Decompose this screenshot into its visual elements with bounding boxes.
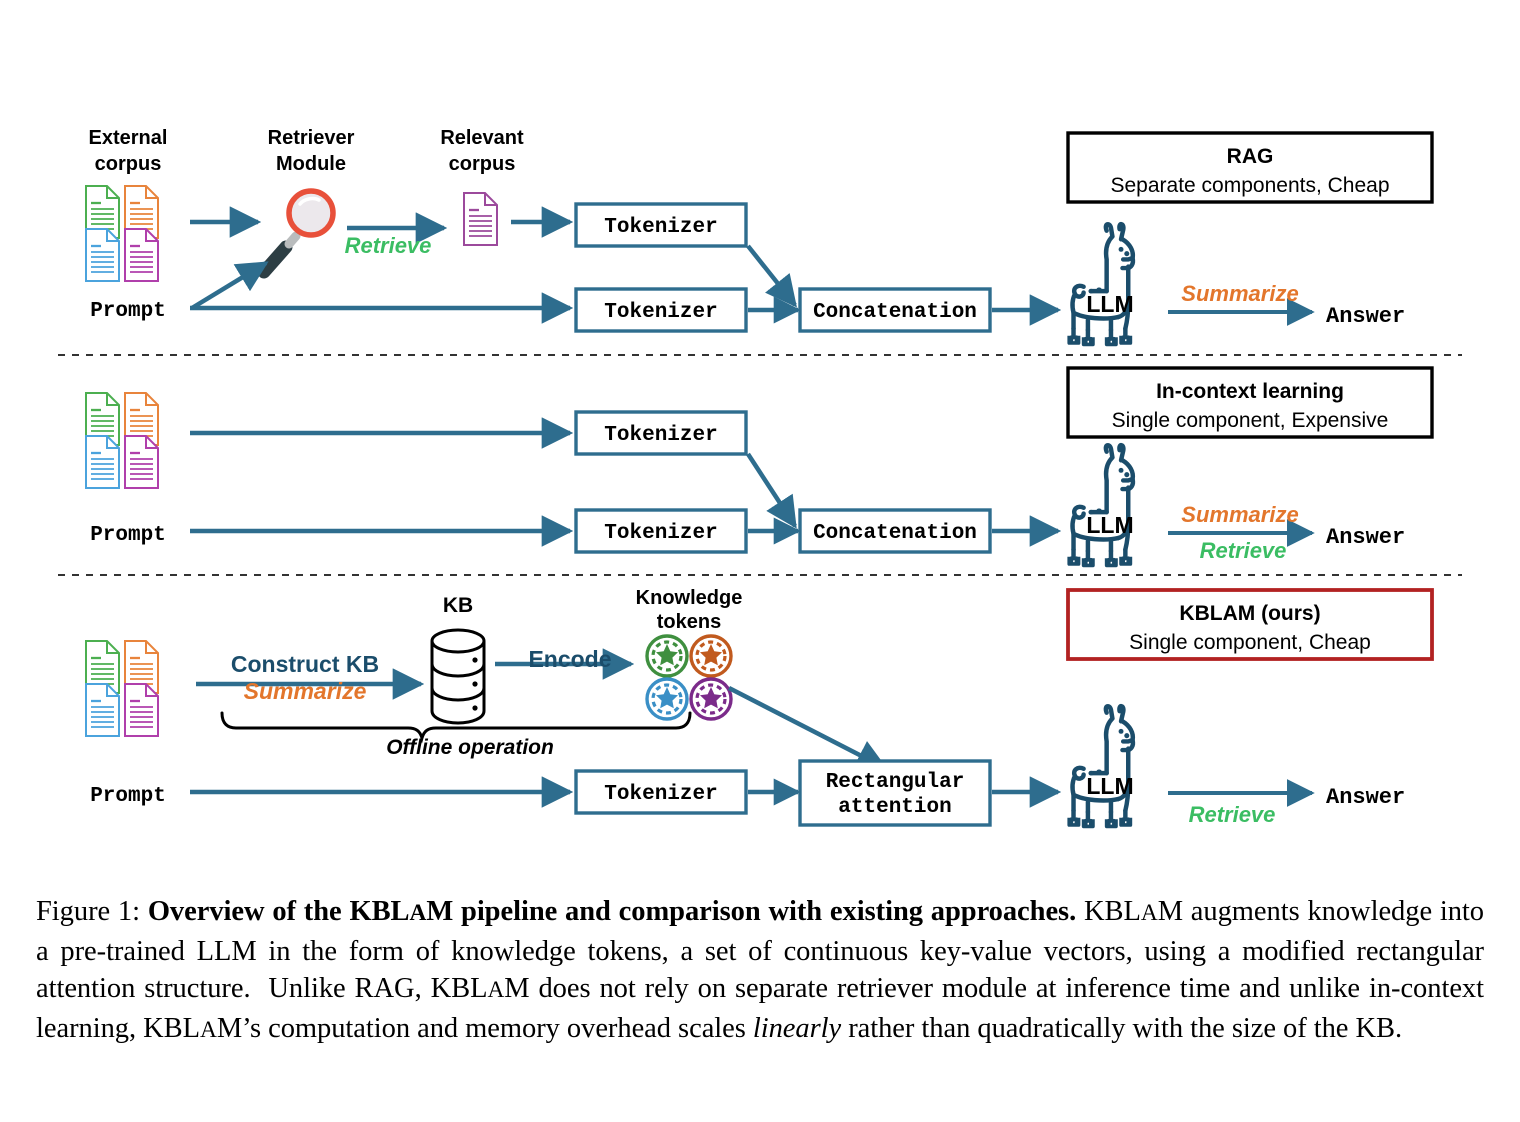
icl-info-subtitle: Single component, Expensive (1112, 409, 1389, 432)
retriever-module-label: Retriever (268, 127, 355, 149)
llm-llama-icon-icl (1069, 445, 1133, 565)
figure-caption: Figure 1: Overview of the KBLAM pipeline… (36, 896, 1484, 1044)
retrieve-label: Retrieve (345, 233, 432, 258)
rag-info-title: RAG (1227, 145, 1274, 168)
svg-text:Concatenation: Concatenation (813, 301, 977, 324)
svg-text:tokens: tokens (657, 611, 721, 633)
summarize-label-rag: Summarize (1181, 281, 1298, 306)
svg-text:Module: Module (276, 153, 346, 175)
kblam-info-subtitle: Single component, Cheap (1129, 631, 1371, 654)
svg-text:Tokenizer: Tokenizer (604, 216, 717, 239)
caption-bold-title: Overview of the KBLAM pipeline and compa… (147, 896, 1077, 927)
arrow-tokenizer-to-concat-diag-rag (746, 244, 797, 308)
prompt-label-icl: Prompt (90, 524, 166, 547)
arrow-tokens-to-attention (727, 685, 888, 771)
retrieve-label-icl: Retrieve (1200, 538, 1287, 563)
document-stack (84, 184, 160, 283)
arrow-tokenizer-to-concat-diag-icl (746, 452, 797, 529)
svg-text:Tokenizer: Tokenizer (604, 301, 717, 324)
svg-text:Tokenizer: Tokenizer (604, 424, 717, 447)
svg-text:corpus: corpus (449, 153, 516, 175)
llm-llama-icon-kblam (1069, 706, 1133, 826)
magnifier-icon (257, 188, 336, 279)
row-rag: External corpus Retriever Module Relevan… (84, 127, 1434, 344)
kblam-info-title: KBLAM (ours) (1179, 602, 1320, 625)
svg-text:Concatenation: Concatenation (813, 522, 977, 545)
row-kblam: Construct KB Summarize KB Encode Knowled… (84, 587, 1434, 827)
retrieve-label-kblam: Retrieve (1189, 802, 1276, 827)
document-stack-kblam (84, 639, 160, 738)
answer-label-kblam: Answer (1326, 785, 1405, 810)
document-stack-icl (84, 391, 160, 490)
relevant-corpus-label: Relevant (440, 127, 524, 149)
knowledge-tokens-label: Knowledge (636, 587, 743, 609)
summarize-label-kblam: Summarize (244, 678, 367, 704)
svg-text:Tokenizer: Tokenizer (604, 522, 717, 545)
svg-text:Rectangular: Rectangular (826, 771, 965, 794)
llm-llama-icon-rag (1069, 224, 1133, 344)
relevant-document-icon (462, 191, 499, 247)
svg-text:corpus: corpus (95, 153, 162, 175)
caption-italic-linearly: linearly (752, 1012, 842, 1044)
llm-label-kblam: LLM (1086, 773, 1133, 799)
row-in-context-learning: Prompt Tokenizer Tokenizer Concatenation… (84, 366, 1434, 565)
kb-database-icon (430, 628, 486, 725)
kb-label: KB (443, 594, 473, 617)
llm-label-rag: LLM (1086, 291, 1133, 317)
offline-operation-label: Offline operation (386, 736, 554, 759)
summarize-label-icl: Summarize (1181, 502, 1298, 527)
arrow-prompt-to-retriever (190, 261, 269, 310)
caption-prefix: Figure 1: (36, 896, 148, 927)
svg-text:Tokenizer: Tokenizer (604, 783, 717, 806)
llm-label-icl: LLM (1086, 512, 1133, 538)
external-corpus-label: External (89, 127, 168, 149)
prompt-label-rag: Prompt (90, 300, 166, 323)
construct-kb-label: Construct KB (231, 651, 379, 677)
svg-text:attention: attention (838, 796, 951, 819)
answer-label-rag: Answer (1326, 304, 1405, 329)
figure-diagram: External corpus Retriever Module Relevan… (0, 0, 1520, 880)
answer-label-icl: Answer (1326, 525, 1405, 550)
rag-info-subtitle: Separate components, Cheap (1110, 174, 1389, 197)
prompt-label-kblam: Prompt (90, 785, 166, 808)
icl-info-title: In-context learning (1156, 380, 1344, 403)
encode-label: Encode (528, 646, 611, 672)
knowledge-tokens-icon (645, 634, 733, 721)
